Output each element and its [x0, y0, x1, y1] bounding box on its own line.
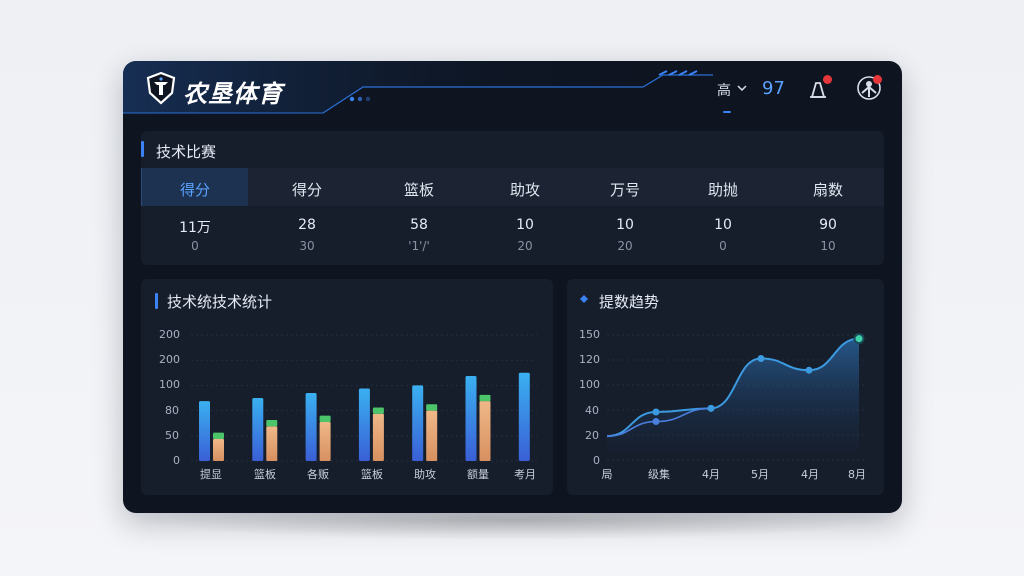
data-point: [707, 404, 715, 412]
x-tick-label: 级集: [648, 468, 670, 481]
x-tick-label: 局: [601, 468, 613, 481]
data-point: [853, 333, 865, 345]
x-tick-label: 4月: [702, 468, 720, 481]
data-point: [652, 418, 660, 426]
data-point: [652, 408, 660, 416]
app-window: 农垦体育 高 97 技术比赛 得分 得分 篮板 助攻 万号 助抛 扇数 11万 …: [123, 61, 902, 513]
data-point: [805, 366, 813, 374]
data-point: [757, 354, 765, 362]
x-tick-label: 5月: [751, 468, 769, 481]
line-chart: [606, 333, 867, 461]
x-tick-label: 8月: [848, 468, 866, 481]
area-fill: [607, 338, 859, 451]
x-tick-label: 4月: [801, 468, 819, 481]
